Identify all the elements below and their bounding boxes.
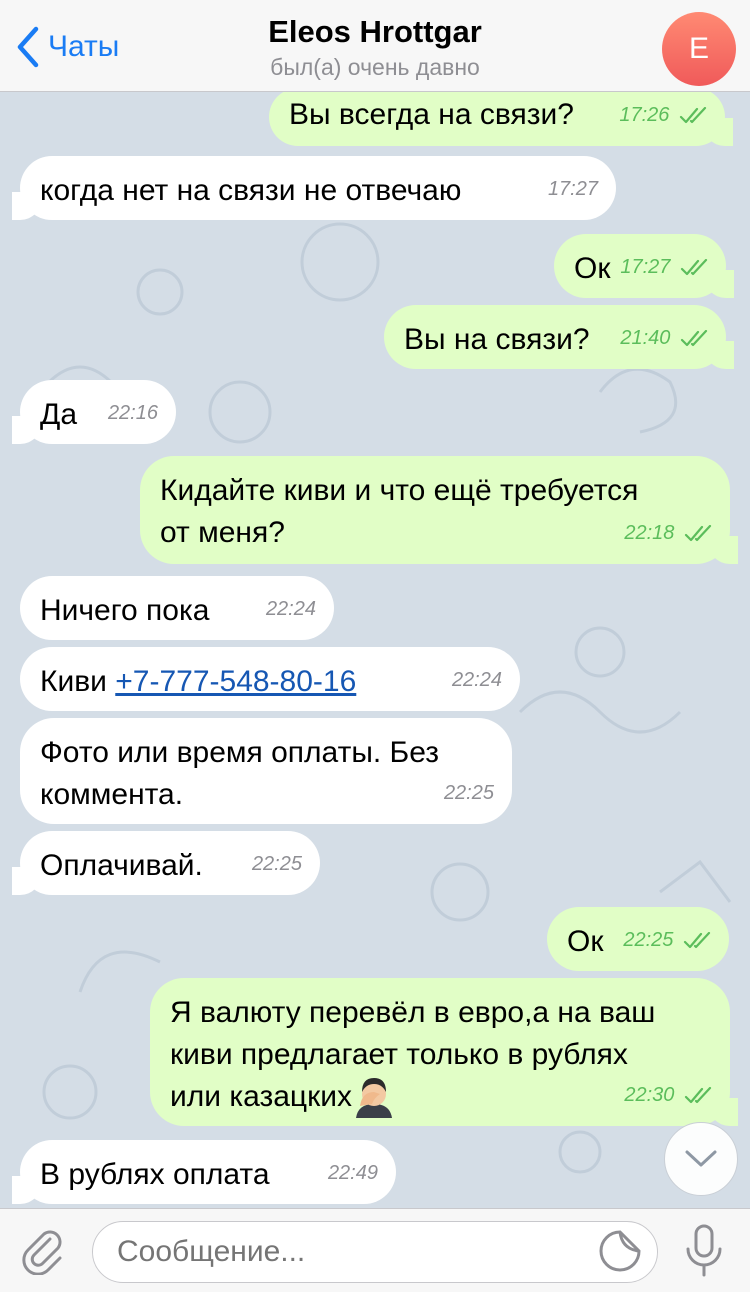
message-prefix: Киви (40, 665, 116, 698)
message-bubble[interactable]: Да 22:16 (12, 380, 176, 444)
message-time: 21:40 (620, 327, 671, 349)
sticker-button[interactable] (598, 1229, 642, 1278)
message-meta: 22:25 (623, 919, 713, 961)
message-meta: 17:27 (620, 246, 710, 288)
message-time: 22:49 (327, 1162, 378, 1184)
message-bubble[interactable]: Я валюту перевёл в евро,а на ваш киви пр… (150, 978, 738, 1126)
attach-button[interactable] (20, 1227, 68, 1280)
message-time: 22:25 (623, 929, 674, 951)
message-bubble[interactable]: Вы всегда на связи? 17:26 (269, 92, 733, 146)
message-bubble[interactable]: Ок 22:25 (547, 907, 729, 971)
microphone-icon (686, 1224, 722, 1277)
double-check-icon (684, 524, 712, 541)
chat-title-area[interactable]: Eleos Hrottgar был(а) очень давно (0, 14, 750, 81)
message-text: В рублях оплата (40, 1158, 270, 1191)
message-text: Киви +7-777-548-80-16 (40, 661, 500, 703)
message-time: 22:16 (107, 402, 158, 424)
message-time: 22:25 (251, 853, 302, 875)
message-time: 22:24 (451, 669, 502, 691)
message-time: 22:18 (624, 522, 675, 544)
message-list[interactable]: Вы всегда на связи? 17:26 когда нет на с… (0, 92, 750, 1208)
chevron-down-icon (685, 1150, 717, 1167)
paperclip-icon (22, 1230, 62, 1276)
avatar[interactable]: E (662, 12, 736, 86)
message-bubble[interactable]: Вы на связи? 21:40 (384, 305, 734, 369)
message-time: 22:30 (624, 1084, 675, 1106)
contact-status: был(а) очень давно (270, 54, 480, 80)
double-check-icon (680, 258, 708, 275)
message-bubble[interactable]: Ок 17:27 (554, 234, 734, 298)
message-meta: 22:18 (624, 512, 714, 554)
phone-link[interactable]: +7-777-548-80-16 (115, 665, 356, 698)
message-bubble[interactable]: Ничего пока 22:24 (20, 576, 334, 640)
message-bubble[interactable]: Кидайте киви и что ещё требуется от меня… (140, 456, 738, 564)
voice-message-button[interactable] (682, 1223, 726, 1284)
message-meta: 22:30 (624, 1074, 714, 1116)
contact-name: Eleos Hrottgar (268, 14, 482, 49)
message-time: 22:25 (443, 782, 494, 804)
message-bubble[interactable]: Фото или время оплаты. Без коммента. 22:… (20, 718, 512, 824)
message-time: 17:27 (547, 178, 598, 200)
message-input[interactable] (92, 1221, 658, 1283)
message-bubble[interactable]: В рублях оплата 22:49 (12, 1140, 396, 1204)
message-text: когда нет на связи не отвечаю (40, 174, 462, 207)
message-meta: 21:40 (620, 317, 710, 359)
message-time: 17:27 (620, 256, 671, 278)
message-bubble[interactable]: когда нет на связи не отвечаю 17:27 (12, 156, 616, 220)
message-bubble[interactable]: Киви +7-777-548-80-16 22:24 (20, 647, 520, 711)
facepalm-emoji-icon (356, 1078, 392, 1118)
message-time: 22:24 (265, 598, 316, 620)
double-check-icon (684, 1086, 712, 1103)
chat-header: Чаты Eleos Hrottgar был(а) очень давно E (0, 0, 750, 92)
input-bar (0, 1208, 750, 1292)
double-check-icon (683, 931, 711, 948)
message-text: Фото или время оплаты. Без коммента. (40, 736, 440, 811)
double-check-icon (680, 329, 708, 346)
message-text-content: Я валюту перевёл в евро,а на ваш киви пр… (170, 996, 656, 1113)
double-check-icon (679, 106, 707, 123)
scroll-to-bottom-button[interactable] (664, 1122, 738, 1196)
message-meta: 17:26 (619, 94, 709, 136)
sticker-icon (599, 1230, 641, 1272)
message-time: 17:26 (619, 104, 670, 126)
message-bubble[interactable]: Оплачивай. 22:25 (12, 831, 320, 895)
